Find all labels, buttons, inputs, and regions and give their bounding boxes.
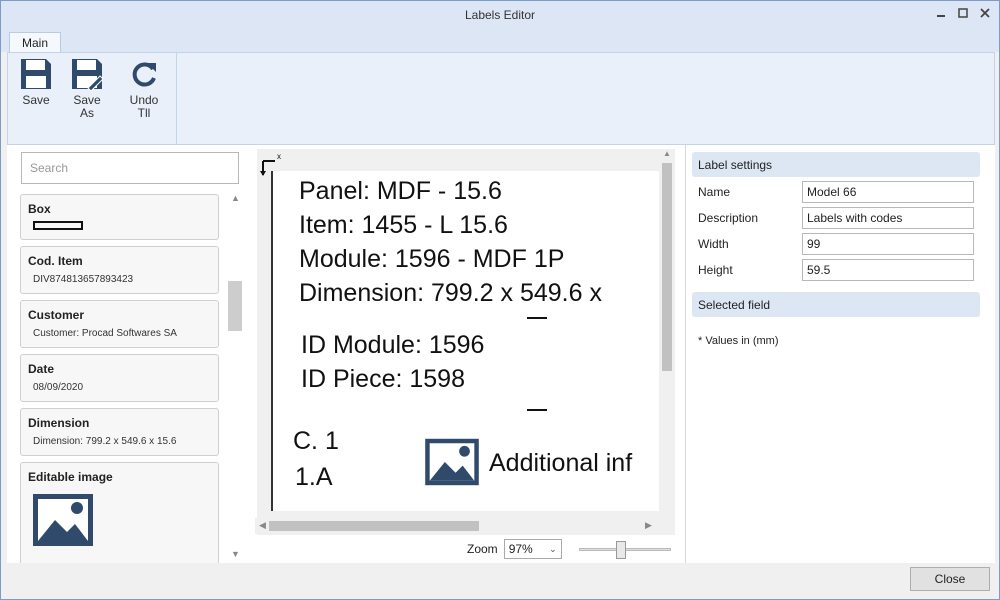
list-item-value: Dimension: 799.2 x 549.6 x 15.6 [33,436,177,447]
list-item-title: Date [28,362,55,376]
list-item-date[interactable]: Date 08/09/2020 [20,354,219,402]
scroll-up-icon[interactable]: ▲ [231,193,240,203]
field-label: Height [698,263,733,277]
image-icon[interactable] [423,437,481,487]
save-as-label-line2: As [79,106,94,120]
label-field-dimension[interactable]: Dimension: 799.2 x 549.6 x [299,279,602,308]
footer-bar: Close [1,563,999,599]
labels-editor-window: Labels Editor Main Save Save As Undo Tll… [0,0,1000,600]
zoom-label: Zoom [467,542,498,556]
close-icon[interactable] [979,7,991,19]
list-item-editable-image[interactable]: Editable image [20,462,219,563]
name-input[interactable]: Model 66 [802,181,974,203]
list-item-dimension[interactable]: Dimension Dimension: 799.2 x 549.6 x 15.… [20,408,219,456]
list-item-value: 08/09/2020 [33,382,84,393]
list-item-cod-item[interactable]: Cod. Item DIV874813657893423 [20,246,219,294]
axis-x-label: x [277,152,281,161]
scroll-right-icon[interactable]: ▶ [645,520,652,531]
scroll-up-icon[interactable]: ▲ [663,149,671,158]
label-field-id-piece[interactable]: ID Piece: 1598 [301,365,465,394]
zoom-slider[interactable] [579,541,671,559]
field-height: Height 59.5 [698,259,978,281]
label-field-additional-info[interactable]: Additional inf [489,449,632,478]
label-field-1a[interactable]: 1.A [295,463,333,492]
ribbon-tabs: Main [1,28,999,53]
label-settings-header: Label settings [692,152,980,177]
label-field-c1[interactable]: C. 1 [293,427,339,456]
list-item-title: Dimension [28,416,90,430]
fields-panel: Search Box Cod. Item DIV874813657893423 … [17,145,249,563]
list-item-value: Customer: Procad Softwares SA [33,328,177,339]
undo-icon [132,62,156,87]
title-bar: Labels Editor [1,1,999,28]
close-button[interactable]: Close [910,567,990,591]
canvas-vertical-scrollbar[interactable]: ▲ [659,149,675,523]
box-preview [33,221,83,230]
barcode-marker [527,317,547,319]
list-item-title: Customer [28,308,85,322]
field-width: Width 99 [698,233,978,255]
scrollbar-thumb[interactable] [662,163,672,371]
scroll-down-icon[interactable]: ▼ [231,549,240,559]
scroll-left-icon[interactable]: ◀ [259,520,266,531]
save-label: Save [22,93,50,107]
list-item-title: Editable image [28,470,113,484]
zoom-select[interactable]: 97% ⌄ [503,539,562,559]
label-field-panel[interactable]: Panel: MDF - 15.6 [299,177,502,206]
field-label: Name [698,185,731,199]
main-content: Search Box Cod. Item DIV874813657893423 … [7,145,995,563]
field-label: Description [698,211,759,225]
settings-panel: Label settings Name Model 66 Description… [685,145,995,563]
label-page: Panel: MDF - 15.6 Item: 1455 - L 15.6 Mo… [271,171,661,511]
search-input[interactable]: Search [21,152,239,184]
list-item-customer[interactable]: Customer Customer: Procad Softwares SA [20,300,219,348]
undo-label-line2: Tll [137,106,151,120]
window-title: Labels Editor [464,7,536,22]
label-field-id-module[interactable]: ID Module: 1596 [301,331,484,360]
label-canvas-area: x y Panel: MDF - 15.6 Item: 1455 - L 15.… [255,145,679,563]
label-field-module[interactable]: Module: 1596 - MDF 1P [299,245,564,274]
zoom-value: 97% [508,542,533,556]
floppy-disk-edit-icon [72,59,104,91]
window-controls [935,7,991,19]
save-button[interactable]: Save [14,57,58,107]
list-item-title: Box [28,202,51,216]
floppy-disk-icon [21,59,51,89]
units-note: * Values in (mm) [698,335,779,347]
field-description: Description Labels with codes [698,207,978,229]
canvas-horizontal-scrollbar[interactable]: ◀ ▶ [255,518,655,534]
width-input[interactable]: 99 [802,233,974,255]
undo-all-button[interactable]: Undo Tll [122,57,166,120]
list-item-box[interactable]: Box [20,194,219,240]
image-icon [33,494,93,546]
list-item-value: DIV874813657893423 [33,274,134,285]
field-label: Width [698,237,729,251]
scrollbar-thumb[interactable] [228,281,242,331]
minimize-icon[interactable] [935,7,947,19]
list-item-title: Cod. Item [28,254,83,268]
barcode-marker [527,409,547,411]
slider-knob[interactable] [615,541,626,559]
chevron-down-icon: ⌄ [549,543,557,554]
scrollbar-thumb[interactable] [269,521,479,531]
maximize-icon[interactable] [957,7,969,19]
zoom-control: Zoom 97% ⌄ [467,539,562,559]
label-viewport: x y Panel: MDF - 15.6 Item: 1455 - L 15.… [257,149,675,535]
ribbon-group-file: Save Save As Undo Tll [8,53,177,144]
tab-main[interactable]: Main [9,32,61,53]
save-as-button[interactable]: Save As [65,57,109,120]
ribbon: Save Save As Undo Tll [7,52,995,145]
label-field-item[interactable]: Item: 1455 - L 15.6 [299,211,508,240]
fields-list-scrollbar[interactable]: ▲ ▼ [226,191,242,563]
fields-list: Box Cod. Item DIV874813657893423 Custome… [17,191,249,563]
description-input[interactable]: Labels with codes [802,207,974,229]
height-input[interactable]: 59.5 [802,259,974,281]
selected-field-header: Selected field [692,292,980,317]
field-name: Name Model 66 [698,181,978,203]
